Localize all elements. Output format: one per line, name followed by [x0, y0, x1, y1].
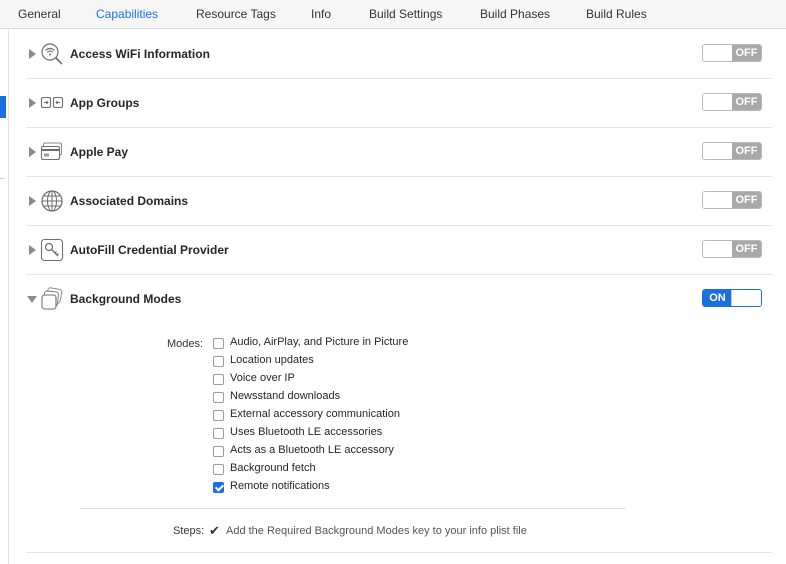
- checkbox[interactable]: [213, 428, 224, 439]
- tab-info[interactable]: Info: [311, 7, 331, 21]
- capability-label: Apple Pay: [70, 145, 129, 159]
- capability-label: AutoFill Credential Provider: [70, 243, 229, 257]
- capability-toggle[interactable]: OFF: [702, 142, 762, 160]
- checkbox-checked[interactable]: [213, 482, 224, 493]
- background-modes-icon: [41, 287, 63, 310]
- tab-build-phases[interactable]: Build Phases: [480, 7, 550, 21]
- capability-row-access-wifi: Access WiFi Information OFF: [26, 30, 772, 79]
- mode-label: Acts as a Bluetooth LE accessory: [230, 444, 394, 456]
- section-divider: [80, 508, 626, 509]
- capability-row-background-modes: Background Modes ON: [26, 275, 772, 323]
- toggle-state: OFF: [732, 143, 761, 159]
- disclosure-triangle-icon[interactable]: [29, 49, 36, 59]
- toggle-state: ON: [703, 290, 732, 306]
- modes-label: Modes:: [167, 338, 204, 350]
- checkbox[interactable]: [213, 374, 224, 385]
- tab-resource-tags[interactable]: Resource Tags: [196, 7, 276, 21]
- capability-row-app-groups: App Groups OFF: [26, 79, 772, 128]
- disclosure-triangle-icon[interactable]: [29, 196, 36, 206]
- capability-row-apple-pay: Apple Pay OFF: [26, 128, 772, 177]
- tab-general[interactable]: General: [18, 7, 61, 21]
- mode-label: Voice over IP: [230, 372, 295, 384]
- tab-capabilities[interactable]: Capabilities: [96, 7, 158, 21]
- capability-label: Associated Domains: [70, 194, 189, 208]
- selection-indicator: [0, 96, 6, 118]
- mode-label: Audio, AirPlay, and Picture in Picture: [230, 336, 409, 348]
- mode-label: External accessory communication: [230, 408, 400, 420]
- wifi-search-icon: [41, 43, 63, 65]
- checkbox[interactable]: [213, 356, 224, 367]
- app-groups-icon: [40, 96, 64, 109]
- editor-tab-bar: General Capabilities Resource Tags Info …: [0, 0, 786, 29]
- capability-toggle[interactable]: OFF: [702, 44, 762, 62]
- row-divider: [26, 552, 772, 553]
- toggle-state: OFF: [732, 241, 761, 257]
- disclosure-triangle-icon[interactable]: [29, 245, 36, 255]
- toggle-state: OFF: [732, 45, 761, 61]
- gutter-tick: [0, 178, 4, 179]
- disclosure-triangle-icon[interactable]: [27, 296, 37, 303]
- checkbox[interactable]: [213, 464, 224, 475]
- steps-label: Steps:: [173, 525, 205, 537]
- capability-row-associated-domains: Associated Domains OFF: [26, 177, 772, 226]
- capability-label: App Groups: [70, 96, 140, 110]
- tab-build-settings[interactable]: Build Settings: [369, 7, 442, 21]
- checkbox[interactable]: [213, 410, 224, 421]
- mode-label: Remote notifications: [230, 480, 330, 492]
- key-icon: [40, 238, 64, 262]
- capability-row-autofill-credential-provider: AutoFill Credential Provider OFF: [26, 226, 772, 275]
- checkmark-icon: ✔: [209, 523, 220, 538]
- credit-card-icon: [40, 142, 62, 161]
- capability-label: Access WiFi Information: [70, 47, 210, 61]
- capability-toggle[interactable]: OFF: [702, 93, 762, 111]
- tab-build-rules[interactable]: Build Rules: [586, 7, 647, 21]
- capability-toggle[interactable]: ON: [702, 289, 762, 307]
- globe-icon: [41, 190, 63, 212]
- mode-label: Newsstand downloads: [230, 390, 341, 402]
- disclosure-triangle-icon[interactable]: [29, 98, 36, 108]
- toggle-state: OFF: [732, 192, 761, 208]
- gutter-divider: [8, 28, 9, 564]
- capability-label: Background Modes: [70, 292, 182, 306]
- disclosure-triangle-icon[interactable]: [29, 147, 36, 157]
- steps-description: Add the Required Background Modes key to…: [226, 525, 527, 537]
- checkbox[interactable]: [213, 338, 224, 349]
- mode-label: Background fetch: [230, 462, 316, 474]
- mode-label: Uses Bluetooth LE accessories: [230, 426, 383, 438]
- capability-toggle[interactable]: OFF: [702, 240, 762, 258]
- capability-toggle[interactable]: OFF: [702, 191, 762, 209]
- checkbox[interactable]: [213, 446, 224, 457]
- mode-label: Location updates: [230, 354, 314, 366]
- toggle-state: OFF: [732, 94, 761, 110]
- checkbox[interactable]: [213, 392, 224, 403]
